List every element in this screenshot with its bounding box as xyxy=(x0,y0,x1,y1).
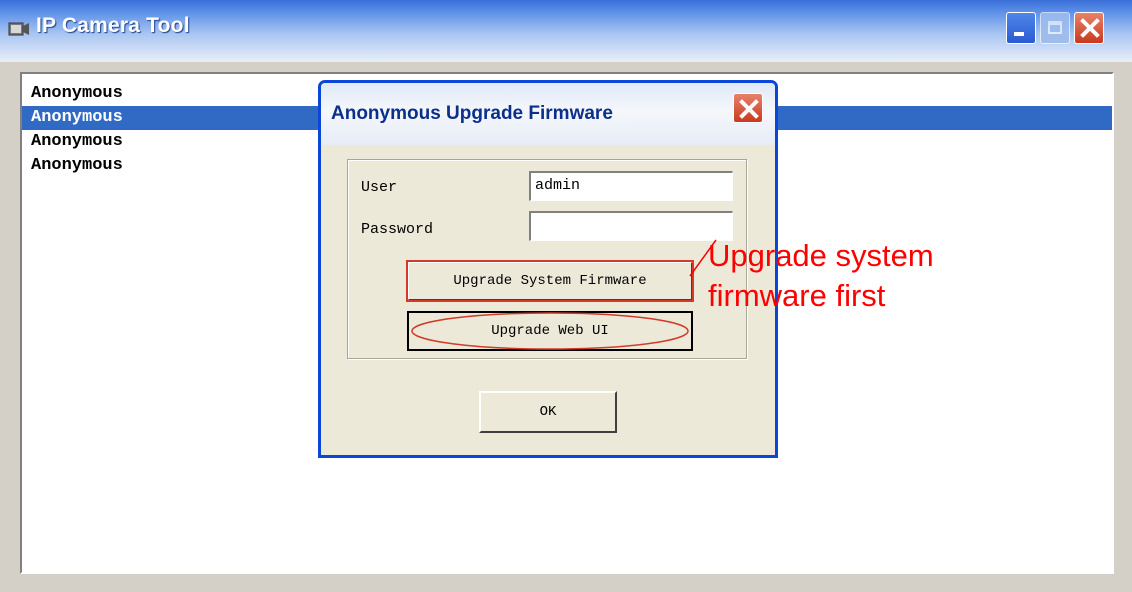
upgrade-web-ui-button[interactable]: Upgrade Web UI xyxy=(407,311,693,351)
close-icon xyxy=(1080,18,1100,38)
dialog-title-bar: Anonymous Upgrade Firmware xyxy=(321,83,775,145)
user-label: User xyxy=(361,179,398,196)
user-field[interactable]: admin xyxy=(529,171,733,201)
dialog-close-button[interactable] xyxy=(733,93,763,123)
password-label: Password xyxy=(361,221,434,238)
ok-button[interactable]: OK xyxy=(479,391,617,433)
maximize-button[interactable] xyxy=(1040,12,1070,44)
main-title-bar: IP Camera Tool xyxy=(0,0,1132,62)
annotation-line-1: Upgrade system xyxy=(708,238,934,273)
window-title: IP Camera Tool xyxy=(36,14,190,37)
highlight-ellipse xyxy=(411,312,689,350)
minimize-button[interactable] xyxy=(1006,12,1036,44)
close-button[interactable] xyxy=(1074,12,1104,44)
upgrade-system-firmware-button[interactable]: Upgrade System Firmware xyxy=(406,260,694,302)
close-icon xyxy=(739,99,759,119)
maximize-icon xyxy=(1048,21,1062,34)
annotation-line-2: firmware first xyxy=(708,278,886,313)
annotation-text: Upgrade system firmware first xyxy=(708,236,934,316)
minimize-icon xyxy=(1014,32,1024,36)
password-field[interactable] xyxy=(529,211,733,241)
dialog-title: Anonymous Upgrade Firmware xyxy=(331,103,613,124)
camera-app-icon xyxy=(8,22,29,36)
